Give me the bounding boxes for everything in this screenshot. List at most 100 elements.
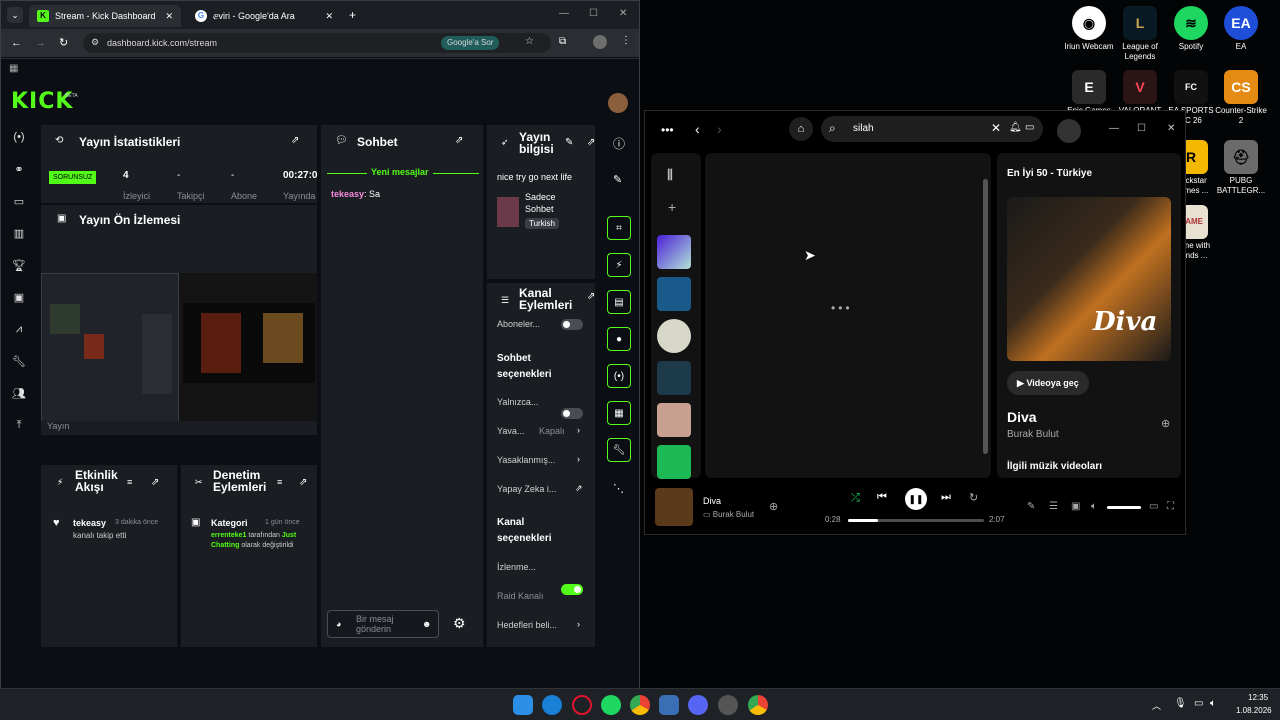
tab-close-icon[interactable]: ✕	[165, 11, 173, 22]
users-icon[interactable]: 👥︎	[9, 383, 29, 403]
tab-search-icon[interactable]: ⌄	[7, 7, 23, 23]
connect-device-icon[interactable]: ▣	[1071, 501, 1080, 512]
wrench-icon[interactable]: 🔧︎	[607, 438, 631, 462]
popout-icon[interactable]: ⇗	[587, 291, 595, 302]
fullscreen-icon[interactable]: ⛶	[1167, 501, 1174, 512]
song-artist[interactable]: Burak Bulut	[1007, 429, 1059, 440]
switch-to-video-button[interactable]: ▶︎ Videoya geç	[1007, 371, 1089, 395]
maximize-icon[interactable]: ☐	[589, 8, 598, 19]
layout-icon[interactable]: ▦	[607, 401, 631, 425]
repeat-icon[interactable]: ↻	[969, 491, 978, 504]
desktop-icon-pubg[interactable]: ⛑ PUBG BATTLEGR...	[1212, 140, 1270, 196]
bookmark-star-icon[interactable]: ☆	[525, 36, 534, 47]
discord-icon[interactable]	[688, 695, 708, 715]
address-bar[interactable]: ⚙ dashboard.kick.com/stream Google'a Sor…	[83, 33, 551, 53]
chat-username[interactable]: tekeasy	[331, 189, 364, 199]
saved-episodes-icon[interactable]	[657, 445, 691, 479]
followers-only-toggle[interactable]	[561, 408, 583, 419]
broadcast-icon[interactable]: (•)	[607, 364, 631, 388]
user-avatar[interactable]	[608, 93, 628, 113]
window-icon[interactable]: ▭	[9, 191, 29, 211]
library-icon[interactable]: ⫼	[667, 167, 673, 183]
mature-toggle[interactable]	[561, 584, 583, 595]
link-icon[interactable]: ⚭	[9, 159, 29, 179]
clock-time[interactable]: 12:35	[1248, 693, 1268, 702]
chevron-right-icon[interactable]: ›	[577, 454, 580, 464]
ask-google-button[interactable]: Google'a Sor	[441, 36, 500, 50]
chrome-icon[interactable]	[630, 695, 650, 715]
chrome-profile-icon[interactable]	[748, 695, 768, 715]
previous-icon[interactable]: ⏮︎	[877, 491, 887, 504]
stats-icon[interactable]: ▥	[9, 223, 29, 243]
home-icon[interactable]: ⌂	[789, 117, 813, 141]
raid-channel-label[interactable]: Raid Kanalı	[497, 591, 544, 601]
pause-button[interactable]: ❚❚	[905, 488, 927, 510]
ai-moderation-label[interactable]: Yapay Zeka i...	[497, 484, 556, 494]
playlist-thumb[interactable]	[657, 277, 691, 311]
scrollbar[interactable]	[983, 179, 988, 454]
tab-google-search[interactable]: G ⅇviri - Google'da Ara ✕	[187, 5, 341, 27]
miniplayer-icon[interactable]: ▭	[1149, 501, 1158, 512]
volume-tray-icon[interactable]: 🔈︎	[1210, 698, 1216, 709]
desktop-icon-cs2[interactable]: CS Counter-Strike 2	[1212, 70, 1270, 126]
minimize-icon[interactable]: —	[559, 8, 569, 19]
desktop-icon-iriun[interactable]: ◉ Iriun Webcam	[1060, 6, 1118, 52]
popout-icon[interactable]: ⇗	[291, 135, 299, 146]
progress-bar[interactable]	[848, 519, 984, 522]
close-window-icon[interactable]: ✕	[1167, 123, 1175, 134]
goals-label[interactable]: Hedefleri beli...	[497, 620, 557, 630]
back-icon[interactable]: ‹	[695, 121, 700, 137]
maximize-icon[interactable]: ☐	[1137, 123, 1146, 134]
chevron-right-icon[interactable]: ›	[577, 425, 580, 435]
screenshot-icon[interactable]: ⌗	[607, 216, 631, 240]
start-icon[interactable]	[513, 695, 533, 715]
queue-icon[interactable]: ☰	[1049, 501, 1058, 512]
menu-kebab-icon[interactable]: ⋮	[621, 35, 631, 46]
desktop-icon-ea[interactable]: EA EA	[1212, 6, 1270, 52]
desktop-icon-lol[interactable]: L League of Legends	[1111, 6, 1169, 62]
browse-icon[interactable]: ▭	[1025, 122, 1034, 133]
song-title[interactable]: Diva	[1007, 409, 1037, 425]
tab-close-icon[interactable]: ✕	[325, 11, 333, 22]
popout-icon[interactable]: ⇗	[455, 135, 463, 146]
artist-thumb[interactable]	[657, 319, 691, 353]
extensions-icon[interactable]: ⧉	[559, 36, 566, 47]
spotify-taskbar-icon[interactable]	[601, 695, 621, 715]
volume-icon[interactable]: 🔈︎	[1091, 501, 1097, 512]
filter-icon[interactable]: ≡	[127, 477, 132, 487]
clear-search-icon[interactable]: ✕	[991, 121, 1001, 135]
forward-icon[interactable]: ›	[717, 121, 722, 137]
upload-icon[interactable]: ⤒	[9, 415, 29, 435]
info-icon[interactable]: ⓘ	[613, 135, 625, 152]
preview-video[interactable]	[41, 273, 317, 425]
steam-icon[interactable]	[718, 695, 738, 715]
chat-settings-gear-icon[interactable]: ⚙	[453, 615, 466, 632]
document-icon[interactable]: ▤	[607, 290, 631, 314]
media-icon[interactable]: ▣	[9, 287, 29, 307]
now-playing-title[interactable]: Diva	[703, 496, 721, 506]
next-icon[interactable]: ⏭︎	[941, 491, 951, 504]
analytics-icon[interactable]: ⩘	[9, 319, 29, 339]
volume-slider[interactable]	[1107, 506, 1141, 509]
search-input[interactable]: ⌕ silah ✕ 🔔︎ ▭	[821, 116, 1043, 142]
emote-icon[interactable]: ◕	[336, 619, 341, 629]
trophy-icon[interactable]: 🏆︎	[9, 255, 29, 275]
external-link-icon[interactable]: ⇗	[575, 483, 583, 494]
tray-chevron-icon[interactable]: ︿	[1152, 699, 1161, 712]
site-info-icon[interactable]: ⚙	[91, 37, 99, 48]
activity-user[interactable]: tekeasy	[73, 518, 106, 528]
lightning-icon[interactable]: ⚡︎	[607, 253, 631, 277]
apps-grid-icon[interactable]: ▦	[9, 63, 18, 74]
playlist-thumb[interactable]	[657, 361, 691, 395]
share-icon[interactable]: ⋱	[613, 482, 624, 495]
profile-avatar[interactable]	[593, 35, 607, 49]
bell-icon[interactable]: 🔔︎	[1009, 122, 1022, 133]
liked-songs-icon[interactable]	[657, 235, 691, 269]
forward-icon[interactable]: →	[35, 37, 46, 49]
banned-words-label[interactable]: Yasaklanmış...	[497, 455, 555, 465]
create-playlist-icon[interactable]: +	[668, 199, 676, 215]
chat-bubble-icon[interactable]: ●	[607, 327, 631, 351]
back-icon[interactable]: ←	[11, 37, 22, 49]
network-icon[interactable]: ▭	[1194, 698, 1203, 709]
network-app-icon[interactable]	[659, 695, 679, 715]
